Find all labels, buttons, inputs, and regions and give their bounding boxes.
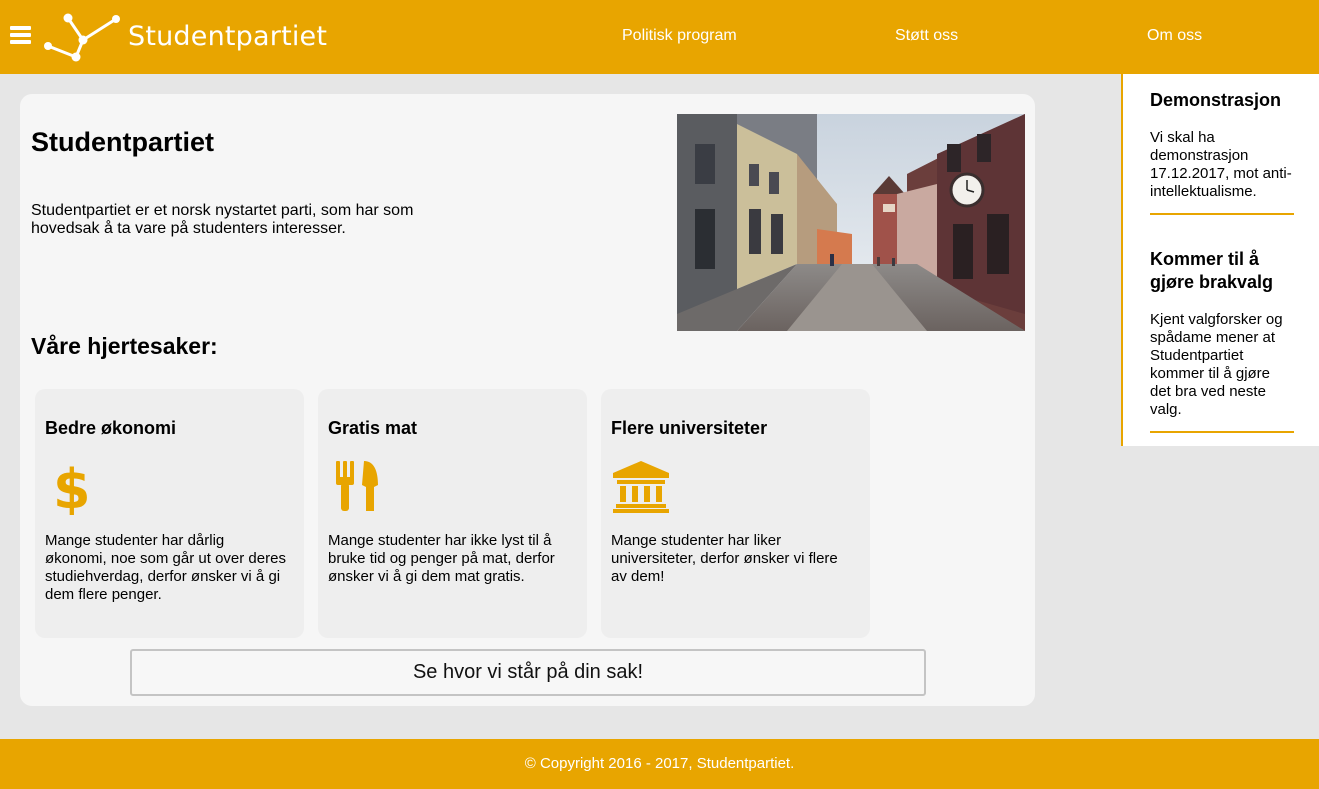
hamburger-menu-icon[interactable] — [10, 26, 31, 46]
svg-text:$: $ — [53, 459, 91, 515]
news-text: Kjent valgforsker og spådame mener at St… — [1150, 311, 1283, 418]
news-sidebar: Demonstrasjon Vi skal ha demonstrasjon 1… — [1121, 74, 1319, 446]
cutlery-icon — [336, 461, 378, 511]
university-icon — [613, 461, 669, 513]
logo-icon[interactable] — [42, 10, 124, 64]
card-title: Flere universiteter — [611, 418, 768, 438]
nav-om-oss[interactable]: Om oss — [1147, 27, 1202, 45]
news-title: Demonstrasjon — [1150, 90, 1282, 110]
card-flere-universiteter: Flere universiteter Mange studenter har … — [601, 389, 870, 638]
card-title: Bedre økonomi — [45, 418, 177, 438]
street-photo — [677, 114, 1025, 331]
section-title: Våre hjertesaker: — [31, 333, 218, 359]
news-text: Vi skal ha demonstrasjon 17.12.2017, mot… — [1150, 129, 1292, 200]
dollar-icon: $ — [53, 459, 91, 515]
card-title: Gratis mat — [328, 418, 418, 438]
nav-stott-oss[interactable]: Støtt oss — [895, 27, 958, 45]
card-text: Mange studenter har dårlig økonomi, noe … — [45, 532, 286, 603]
intro-text: Studentpartiet er et norsk nystartet par… — [31, 202, 414, 237]
card-bedre-okonomi: Bedre økonomi $ Mange studenter har dårl… — [35, 389, 304, 638]
see-position-button[interactable]: Se hvor vi står på din sak! — [130, 649, 926, 696]
copyright-text: © Copyright 2016 - 2017, Studentpartiet. — [524, 755, 795, 772]
brand-name[interactable]: Studentpartiet — [128, 21, 327, 52]
nav-politisk-program[interactable]: Politisk program — [622, 27, 737, 45]
header: Studentpartiet Politisk program Støtt os… — [0, 0, 1319, 74]
card-text: Mange studenter har liker universiteter,… — [611, 532, 838, 585]
news-item: Demonstrasjon Vi skal ha demonstrasjon 1… — [1150, 89, 1294, 215]
page-title: Studentpartiet — [31, 127, 215, 157]
footer: © Copyright 2016 - 2017, Studentpartiet. — [0, 739, 1319, 789]
card-text: Mange studenter har ikke lyst til å bruk… — [328, 532, 555, 585]
card-gratis-mat: Gratis mat Mange studenter har ikke lyst… — [318, 389, 587, 638]
news-item: Kommer til å gjøre brakvalg Kjent valgfo… — [1150, 248, 1294, 433]
main-panel: Studentpartiet Studentpartiet er et nors… — [20, 94, 1035, 706]
news-title: Kommer til å gjøre brakvalg — [1150, 249, 1274, 292]
